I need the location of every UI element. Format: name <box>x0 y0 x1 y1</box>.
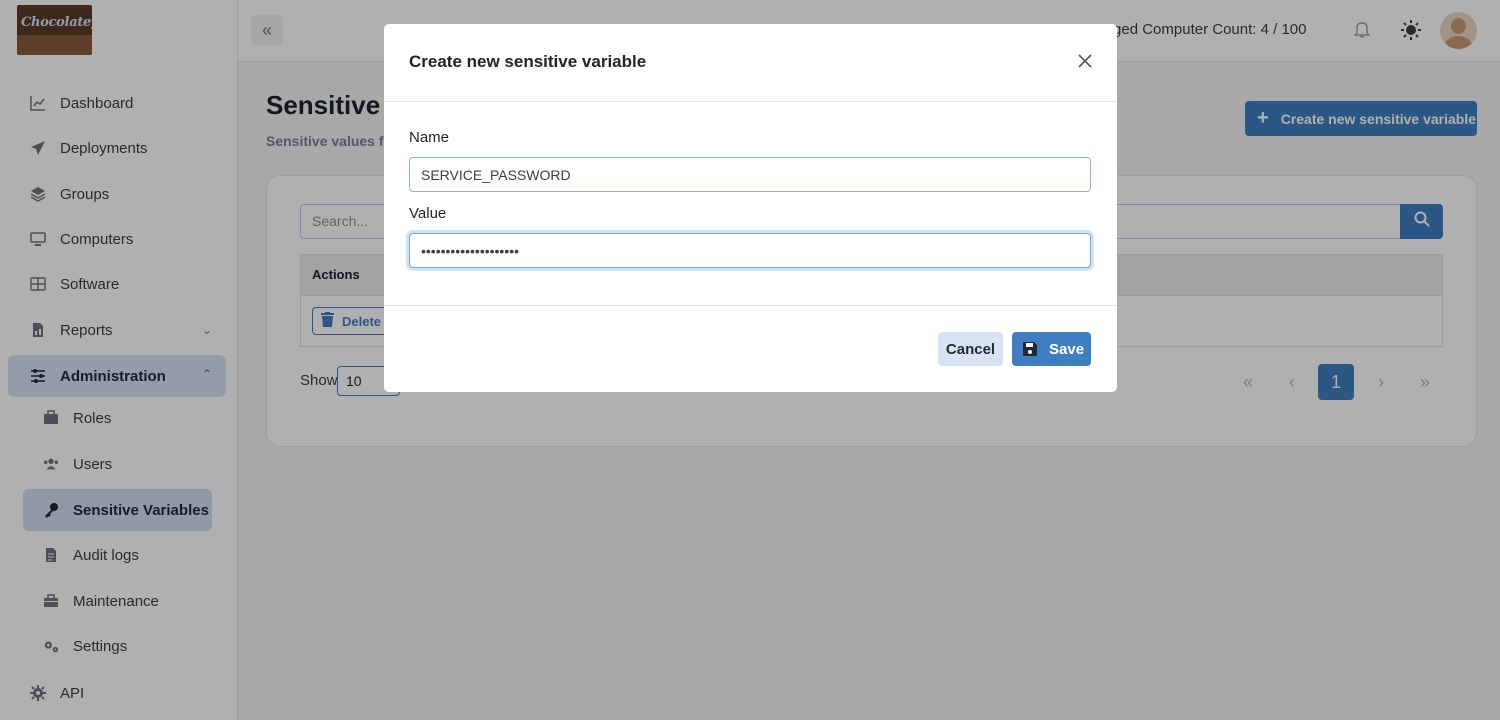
modal-footer <box>384 305 1117 392</box>
close-button[interactable] <box>1076 53 1094 73</box>
modal-title: Create new sensitive variable <box>409 52 647 71</box>
save-button[interactable]: Save <box>1012 332 1091 366</box>
value-label: Value <box>409 205 447 222</box>
modal-header: Create new sensitive variable <box>384 24 1117 102</box>
close-icon <box>1078 53 1092 73</box>
save-label: Save <box>1049 340 1085 358</box>
name-label: Name <box>409 129 450 146</box>
value-field[interactable] <box>409 233 1091 268</box>
create-variable-modal: Create new sensitive variable Name Value… <box>384 24 1117 392</box>
save-icon <box>1023 342 1037 356</box>
name-field[interactable] <box>409 157 1091 192</box>
cancel-button[interactable]: Cancel <box>938 332 1003 366</box>
